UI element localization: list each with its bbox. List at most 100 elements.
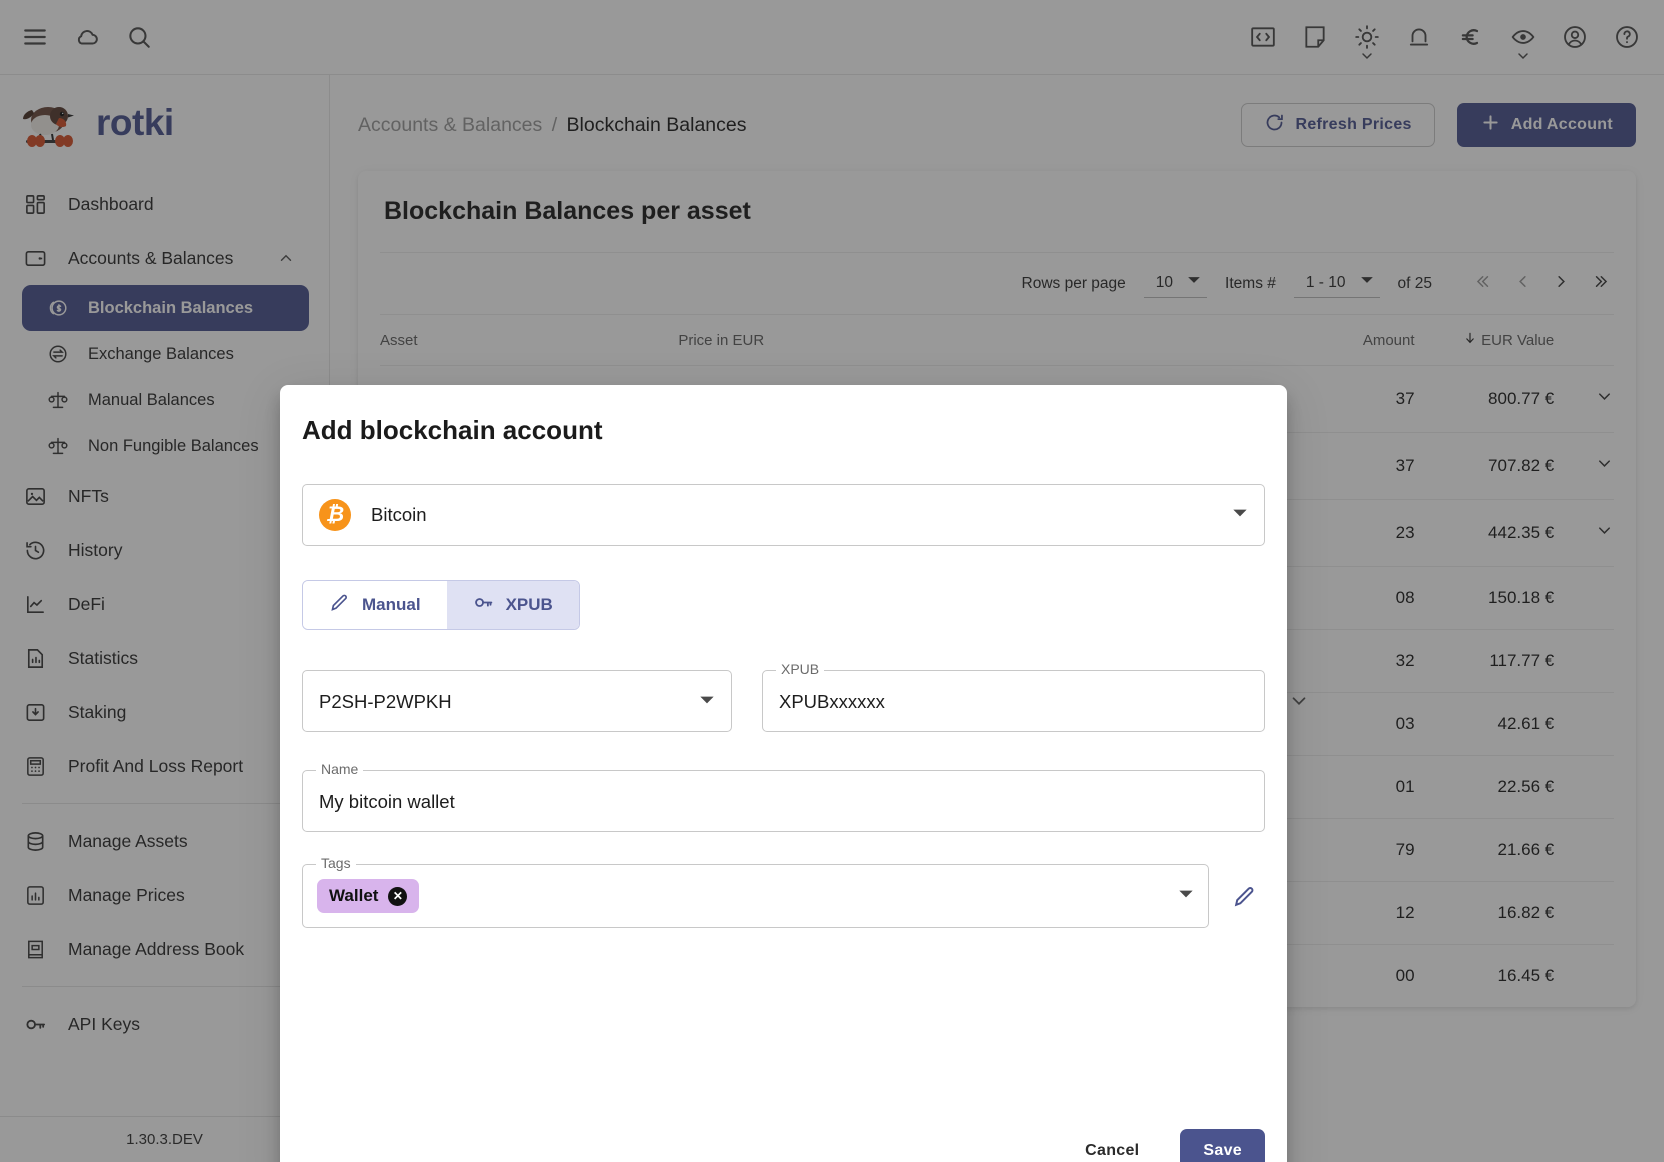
account-name-input[interactable]: Name My bitcoin wallet (302, 762, 1265, 832)
derivation-path-select[interactable]: P2SH-P2WPKH (302, 670, 732, 732)
xpub-legend: XPUB (776, 662, 825, 676)
card-title: Blockchain Balances per asset (384, 197, 751, 225)
bell-icon[interactable] (1404, 22, 1434, 52)
content-header: Accounts & Balances / Blockchain Balance… (330, 75, 1664, 149)
top-toolbar (0, 0, 1664, 75)
cell-eur-value: 42.61 € (1414, 692, 1555, 756)
sun-icon[interactable] (1352, 22, 1382, 60)
table-header-row: Asset Price in EUR Amount EUR Value (380, 314, 1614, 366)
chevron-down-icon (1232, 505, 1248, 526)
sidebar-item-manual-balances[interactable]: Manual Balances (22, 377, 309, 423)
app-logo[interactable]: rotki (0, 75, 329, 171)
toolbar-left-group (0, 22, 154, 52)
sidebar-item-non-fungible-balances[interactable]: Non Fungible Balances (22, 423, 309, 469)
first-page-button[interactable] (1474, 272, 1493, 296)
tags-inner: Wallet ✕ (303, 865, 1208, 927)
breadcrumb: Accounts & Balances / Blockchain Balance… (358, 114, 746, 137)
report-icon (22, 753, 48, 779)
code-icon[interactable] (1248, 22, 1278, 52)
prices-icon (22, 882, 48, 908)
refresh-prices-button[interactable]: Refresh Prices (1241, 103, 1435, 147)
chevron-down-icon[interactable] (1510, 46, 1536, 66)
row-expand-button[interactable] (1554, 818, 1614, 882)
sidebar-item-dashboard[interactable]: Dashboard (0, 177, 329, 231)
image-icon (22, 483, 48, 509)
scale-icon (46, 388, 70, 412)
sidebar-item-exchange-balances[interactable]: Exchange Balances (22, 331, 309, 377)
sort-desc-icon (1463, 331, 1477, 349)
cloud-icon[interactable] (72, 22, 102, 52)
cell-eur-value: 22.56 € (1414, 755, 1555, 819)
sidebar-item-label: Non Fungible Balances (88, 436, 259, 455)
key-icon (22, 1011, 48, 1037)
sidebar-item-blockchain-balances[interactable]: Blockchain Balances (22, 285, 309, 331)
sidebar-divider (22, 986, 307, 987)
database-icon (22, 828, 48, 854)
row-expand-button[interactable] (1554, 499, 1614, 567)
row-expand-button[interactable] (1554, 629, 1614, 693)
cell-eur-value: 442.35 € (1414, 499, 1555, 567)
staking-icon (22, 699, 48, 725)
note-icon[interactable] (1300, 22, 1330, 52)
tag-chip[interactable]: Wallet ✕ (317, 879, 420, 913)
row-expand-button[interactable] (1554, 881, 1614, 945)
plus-icon (1480, 112, 1501, 138)
xpub-input[interactable]: XPUB XPUBxxxxxx (762, 662, 1265, 733)
asset-select[interactable]: ₿ Bitcoin (302, 484, 1265, 546)
row-expand-button[interactable] (1554, 692, 1614, 756)
xpub-inner: XPUBxxxxxx (763, 671, 1264, 733)
cell-eur-value: 800.77 € (1414, 365, 1555, 433)
column-eur-value[interactable]: EUR Value (1414, 314, 1555, 366)
cell-eur-value: 16.82 € (1414, 881, 1555, 945)
euro-icon[interactable] (1456, 22, 1486, 52)
previous-page-button[interactable] (1513, 272, 1532, 296)
last-page-button[interactable] (1591, 272, 1610, 296)
search-icon[interactable] (124, 22, 154, 52)
chevron-down-icon[interactable] (1354, 46, 1380, 66)
items-range-value: 1 - 10 (1305, 273, 1346, 291)
help-icon[interactable] (1612, 22, 1642, 52)
edit-tags-button[interactable] (1223, 875, 1265, 917)
rows-per-page-select[interactable]: 10 (1143, 269, 1208, 298)
sidebar-item-label: API Keys (68, 1013, 140, 1034)
cancel-button[interactable]: Cancel (1062, 1129, 1162, 1162)
tab-manual[interactable]: Manual (303, 581, 447, 629)
tags-select[interactable]: Tags Wallet ✕ (302, 856, 1209, 928)
tags-row: Tags Wallet ✕ (302, 856, 1265, 928)
items-total-label: of 25 (1397, 274, 1432, 292)
chevron-down-icon (1187, 273, 1201, 292)
row-expand-button[interactable] (1554, 432, 1614, 500)
cell-eur-value: 150.18 € (1414, 566, 1555, 630)
column-asset[interactable]: Asset (380, 314, 679, 366)
column-price[interactable]: Price in EUR (678, 314, 1236, 366)
sidebar-divider (22, 803, 307, 804)
close-icon[interactable]: ✕ (388, 886, 408, 906)
breadcrumb-parent[interactable]: Accounts & Balances (358, 114, 542, 136)
items-range-select[interactable]: 1 - 10 (1293, 269, 1380, 298)
pagination-controls: Rows per page 10 Items # 1 - 10 of 25 (380, 253, 1614, 314)
sidebar-item-accounts-balances[interactable]: Accounts & Balances (0, 231, 329, 285)
table-head: Asset Price in EUR Amount EUR Value (380, 314, 1614, 366)
row-expand-button[interactable] (1554, 566, 1614, 630)
add-account-button[interactable]: Add Account (1456, 103, 1636, 147)
xpub-expand-button[interactable] (1288, 690, 1310, 712)
eye-icon[interactable] (1508, 22, 1538, 60)
xpub-row: P2SH-P2WPKH XPUB XPUBxxxxxx (302, 662, 1306, 733)
menu-icon[interactable] (20, 22, 50, 52)
row-expand-button[interactable] (1554, 944, 1614, 1007)
row-expand-button[interactable] (1554, 365, 1614, 433)
wallet-icon (22, 245, 48, 271)
column-amount[interactable]: Amount (1235, 314, 1415, 366)
next-page-button[interactable] (1552, 272, 1571, 296)
derivation-path-column: P2SH-P2WPKH (302, 670, 732, 732)
account-icon[interactable] (1560, 22, 1590, 52)
sidebar-item-label: Statistics (68, 647, 139, 668)
row-expand-button[interactable] (1554, 755, 1614, 819)
items-label: Items # (1225, 274, 1276, 292)
account-name-legend: Name (316, 762, 364, 776)
save-button[interactable]: Save (1180, 1129, 1265, 1162)
chevron-up-icon[interactable] (277, 249, 295, 267)
page-navigation (1474, 272, 1610, 296)
tab-xpub[interactable]: XPUB (446, 581, 579, 629)
sidebar-item-label: Blockchain Balances (88, 298, 254, 317)
